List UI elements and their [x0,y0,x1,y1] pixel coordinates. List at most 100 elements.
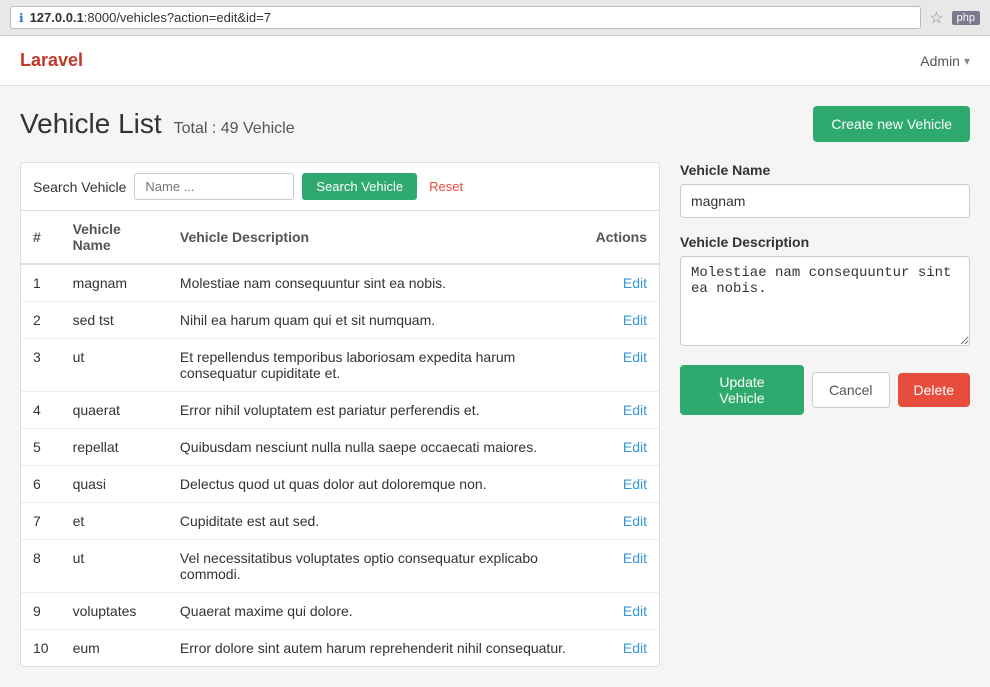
search-bar: Search Vehicle Search Vehicle Reset [21,163,659,211]
edit-sidebar: Vehicle Name Vehicle Description Update … [680,162,970,415]
url-bar[interactable]: ℹ 127.0.0.1:8000/vehicles?action=edit&id… [10,6,921,29]
col-header-description: Vehicle Description [168,211,584,264]
cell-id: 3 [21,339,61,392]
table-row: 7 et Cupiditate est aut sed. Edit [21,503,659,540]
cell-actions: Edit [584,264,659,302]
main-content: Vehicle List Total : 49 Vehicle Create n… [0,86,990,687]
cell-actions: Edit [584,466,659,503]
table-header-row: # Vehicle Name Vehicle Description Actio… [21,211,659,264]
cell-name: repellat [61,429,168,466]
cell-description: Vel necessitatibus voluptates optio cons… [168,540,584,593]
php-badge: php [952,11,980,25]
edit-link[interactable]: Edit [623,550,647,566]
edit-link[interactable]: Edit [623,402,647,418]
cell-name: sed tst [61,302,168,339]
cell-id: 6 [21,466,61,503]
table-row: 6 quasi Delectus quod ut quas dolor aut … [21,466,659,503]
cell-id: 2 [21,302,61,339]
cell-description: Cupiditate est aut sed. [168,503,584,540]
table-row: 1 magnam Molestiae nam consequuntur sint… [21,264,659,302]
cell-id: 1 [21,264,61,302]
update-vehicle-button[interactable]: Update Vehicle [680,365,804,415]
page-title: Vehicle List [20,108,162,140]
cell-description: Error dolore sint autem harum reprehende… [168,630,584,667]
bookmark-icon[interactable]: ☆ [929,8,943,28]
cell-actions: Edit [584,540,659,593]
edit-link[interactable]: Edit [623,275,647,291]
cell-name: ut [61,339,168,392]
table-panel: Search Vehicle Search Vehicle Reset # Ve… [20,162,660,667]
edit-link[interactable]: Edit [623,476,647,492]
cell-actions: Edit [584,392,659,429]
edit-link[interactable]: Edit [623,513,647,529]
table-row: 2 sed tst Nihil ea harum quam qui et sit… [21,302,659,339]
col-header-name: Vehicle Name [61,211,168,264]
page-subtitle: Total : 49 Vehicle [174,120,295,138]
table-row: 3 ut Et repellendus temporibus laboriosa… [21,339,659,392]
col-header-actions: Actions [584,211,659,264]
cell-actions: Edit [584,593,659,630]
cell-actions: Edit [584,429,659,466]
cell-name: eum [61,630,168,667]
vehicle-description-group: Vehicle Description [680,234,970,349]
navbar-brand[interactable]: Laravel [20,50,83,71]
cell-description: Error nihil voluptatem est pariatur perf… [168,392,584,429]
url-text: 127.0.0.1:8000/vehicles?action=edit&id=7 [30,10,271,25]
cell-actions: Edit [584,339,659,392]
cell-id: 5 [21,429,61,466]
cell-name: voluptates [61,593,168,630]
cell-description: Quibusdam nesciunt nulla nulla saepe occ… [168,429,584,466]
vehicles-table: # Vehicle Name Vehicle Description Actio… [21,211,659,666]
table-row: 8 ut Vel necessitatibus voluptates optio… [21,540,659,593]
cell-name: quasi [61,466,168,503]
search-label: Search Vehicle [33,179,126,195]
reset-button[interactable]: Reset [425,173,467,200]
user-menu[interactable]: Admin ▾ [920,53,970,69]
cell-actions: Edit [584,503,659,540]
cell-name: ut [61,540,168,593]
content-layout: Search Vehicle Search Vehicle Reset # Ve… [20,162,970,667]
edit-link[interactable]: Edit [623,349,647,365]
page-title-area: Vehicle List Total : 49 Vehicle [20,108,295,140]
table-row: 5 repellat Quibusdam nesciunt nulla null… [21,429,659,466]
vehicle-name-input[interactable] [680,184,970,218]
cell-description: Nihil ea harum quam qui et sit numquam. [168,302,584,339]
cell-name: et [61,503,168,540]
cell-description: Et repellendus temporibus laboriosam exp… [168,339,584,392]
edit-link[interactable]: Edit [623,312,647,328]
table-row: 4 quaerat Error nihil voluptatem est par… [21,392,659,429]
edit-link[interactable]: Edit [623,603,647,619]
table-row: 10 eum Error dolore sint autem harum rep… [21,630,659,667]
cell-id: 7 [21,503,61,540]
edit-link[interactable]: Edit [623,640,647,656]
cell-name: magnam [61,264,168,302]
search-button[interactable]: Search Vehicle [302,173,417,200]
cell-description: Quaerat maxime qui dolore. [168,593,584,630]
cell-description: Delectus quod ut quas dolor aut doloremq… [168,466,584,503]
cell-id: 8 [21,540,61,593]
cell-description: Molestiae nam consequuntur sint ea nobis… [168,264,584,302]
vehicle-description-input[interactable] [680,256,970,346]
table-row: 9 voluptates Quaerat maxime qui dolore. … [21,593,659,630]
user-name: Admin [920,53,960,69]
cell-name: quaerat [61,392,168,429]
cell-id: 10 [21,630,61,667]
secure-icon: ℹ [19,11,24,25]
cell-id: 4 [21,392,61,429]
vehicle-name-group: Vehicle Name [680,162,970,218]
navbar: Laravel Admin ▾ [0,36,990,86]
page-header: Vehicle List Total : 49 Vehicle Create n… [20,106,970,142]
delete-button[interactable]: Delete [898,373,970,407]
vehicle-name-label: Vehicle Name [680,162,970,178]
edit-link[interactable]: Edit [623,439,647,455]
cancel-button[interactable]: Cancel [812,372,890,408]
cell-actions: Edit [584,302,659,339]
col-header-id: # [21,211,61,264]
search-input[interactable] [134,173,294,200]
create-vehicle-button[interactable]: Create new Vehicle [813,106,970,142]
cell-id: 9 [21,593,61,630]
chevron-down-icon: ▾ [964,54,970,68]
vehicle-description-label: Vehicle Description [680,234,970,250]
form-actions: Update Vehicle Cancel Delete [680,365,970,415]
cell-actions: Edit [584,630,659,667]
